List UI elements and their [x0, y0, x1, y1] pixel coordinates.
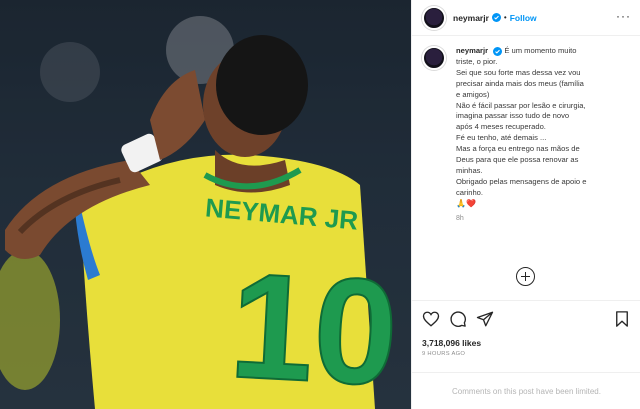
- caption-line: minhas.: [456, 165, 483, 175]
- caption-line: Deus para que ele possa renovar as: [456, 155, 579, 165]
- post-timestamp: 9 HOURS AGO: [422, 351, 466, 357]
- caption-line: É um momento muito: [504, 46, 577, 55]
- jersey-number: 10: [226, 241, 401, 409]
- caption-line: Sei que sou forte mas dessa vez vou: [456, 67, 581, 77]
- share-icon[interactable]: [476, 310, 494, 328]
- verified-icon: [493, 46, 503, 56]
- caption-time[interactable]: 8h: [456, 214, 632, 225]
- caption-avatar[interactable]: [422, 46, 446, 70]
- follow-button[interactable]: Follow: [510, 13, 537, 23]
- caption-text: neymarjr É um momento muito triste, o pi…: [456, 46, 632, 225]
- more-options-icon[interactable]: ···: [616, 10, 631, 22]
- caption-line: precisar ainda mais dos meus (família: [456, 78, 584, 88]
- caption-line: após 4 meses recuperado.: [456, 122, 546, 132]
- add-comment-icon[interactable]: [516, 267, 535, 286]
- caption-line: e amigos): [456, 89, 490, 99]
- caption-line: imagina passar isso tudo de novo: [456, 111, 570, 121]
- separator-dot: •: [503, 13, 507, 22]
- caption-emojis: 🙏❤️: [456, 198, 476, 208]
- comment-icon[interactable]: [449, 310, 467, 328]
- caption-line: Mas a força eu entrego nas mãos de: [456, 144, 580, 154]
- like-count[interactable]: 3,718,096 likes: [422, 338, 481, 348]
- caption-line: Obrigado pelas mensagens de apoio e: [456, 176, 587, 186]
- post-photo[interactable]: NEYMAR JR 10: [0, 0, 411, 409]
- save-icon[interactable]: [613, 310, 631, 328]
- caption-line: Não é fácil passar por lesão e cirurgia,: [456, 100, 586, 110]
- action-bar: [412, 300, 640, 336]
- verified-icon: [491, 13, 501, 22]
- player-illustration: NEYMAR JR 10: [0, 0, 411, 409]
- caption-line: carinho.: [456, 187, 484, 197]
- caption-line: Fé eu tenho, até demais ...: [456, 133, 547, 143]
- post-header: neymarjr • Follow ···: [412, 0, 640, 36]
- caption-line: triste, o pior.: [456, 56, 498, 66]
- comments-limited-notice: Comments on this post have been limited.: [412, 372, 640, 409]
- caption-username[interactable]: neymarjr: [456, 46, 488, 55]
- post-panel: neymarjr • Follow ··· neymarjr É um mome…: [411, 0, 640, 409]
- like-icon[interactable]: [422, 310, 440, 328]
- header-username[interactable]: neymarjr: [453, 13, 489, 23]
- avatar[interactable]: [422, 5, 446, 30]
